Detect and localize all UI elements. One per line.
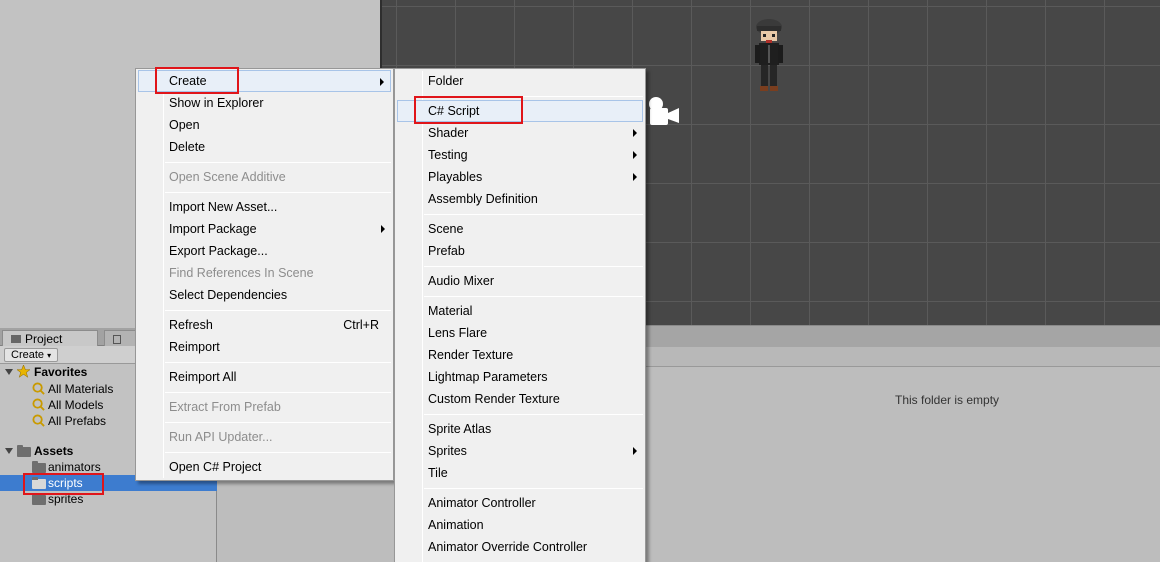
menu-item-material[interactable]: Material [397, 300, 643, 322]
console-tab-icon [113, 335, 121, 344]
menu-item-animator-override-controller[interactable]: Animator Override Controller [397, 536, 643, 558]
annotation-highlight-csharp-script [414, 96, 523, 124]
menu-item-shader[interactable]: Shader [397, 122, 643, 144]
menu-item-assembly-definition[interactable]: Assembly Definition [397, 188, 643, 210]
menu-item-playables[interactable]: Playables [397, 166, 643, 188]
expand-arrow-icon[interactable] [5, 448, 13, 454]
menu-item-export-package[interactable]: Export Package... [138, 240, 391, 262]
menu-item-tile[interactable]: Tile [397, 462, 643, 484]
shortcut-label: Ctrl+R [343, 318, 379, 332]
menu-item-lens-flare[interactable]: Lens Flare [397, 322, 643, 344]
submenu-arrow-icon [633, 129, 637, 137]
content-toolbar [645, 347, 1160, 367]
camera-gizmo-icon[interactable] [647, 95, 683, 131]
menu-item-select-dependencies[interactable]: Select Dependencies [138, 284, 391, 306]
menu-item-open-scene-additive: Open Scene Additive [169, 170, 286, 184]
menu-separator [165, 162, 391, 163]
menu-separator [424, 214, 643, 215]
menu-item-run-api-updater: Run API Updater... [169, 430, 273, 444]
menu-item-delete[interactable]: Delete [138, 136, 391, 158]
favorites-label: Favorites [34, 365, 88, 379]
menu-item-import-new-asset[interactable]: Import New Asset... [138, 196, 391, 218]
menu-item-show-in-explorer[interactable]: Show in Explorer [138, 92, 391, 114]
menu-item-animator-controller[interactable]: Animator Controller [397, 492, 643, 514]
search-icon [32, 382, 45, 395]
create-dropdown-button[interactable]: Create ▾ [4, 348, 59, 362]
annotation-highlight-create [155, 67, 239, 94]
dropdown-caret-icon: ▾ [47, 351, 52, 360]
menu-separator [165, 452, 391, 453]
menu-item-animation[interactable]: Animation [397, 514, 643, 536]
menu-item-custom-render-texture[interactable]: Custom Render Texture [397, 388, 643, 410]
menu-item-prefab[interactable]: Prefab [397, 240, 643, 262]
search-icon [32, 398, 45, 411]
menu-separator [165, 422, 391, 423]
menu-item-open-c-project[interactable]: Open C# Project [138, 456, 391, 478]
empty-folder-label: This folder is empty [895, 393, 1000, 407]
menu-separator [424, 414, 643, 415]
menu-item-render-texture[interactable]: Render Texture [397, 344, 643, 366]
folder-icon [32, 493, 46, 505]
search-icon [32, 414, 45, 427]
menu-item-folder[interactable]: Folder [397, 70, 643, 92]
menu-item-testing[interactable]: Testing [397, 144, 643, 166]
menu-item-open[interactable]: Open [138, 114, 391, 136]
menu-item-lightmap-parameters[interactable]: Lightmap Parameters [397, 366, 643, 388]
menu-item-scene[interactable]: Scene [397, 218, 643, 240]
menu-item-audio-mixer[interactable]: Audio Mixer [397, 270, 643, 292]
menu-item-reimport-all[interactable]: Reimport All [138, 366, 391, 388]
menu-separator [165, 392, 391, 393]
menu-separator [424, 266, 643, 267]
expand-arrow-icon[interactable] [5, 369, 13, 375]
submenu-arrow-icon [633, 173, 637, 181]
character-sprite[interactable] [752, 16, 788, 94]
menu-item-reimport[interactable]: Reimport [138, 336, 391, 358]
menu-separator [424, 296, 643, 297]
submenu-arrow-icon [633, 447, 637, 455]
menu-separator [165, 362, 391, 363]
submenu-arrow-icon [380, 78, 384, 86]
context-menu: Create Show in Explorer Open Delete Open Sce… [135, 68, 394, 481]
submenu-arrow-icon [381, 225, 385, 233]
folder-tab-icon [11, 335, 21, 343]
tab-project[interactable]: Project [2, 330, 98, 346]
menu-separator [165, 192, 391, 193]
folder-icon [17, 445, 31, 457]
menu-separator [165, 310, 391, 311]
menu-separator [424, 488, 643, 489]
menu-item-sprites[interactable]: Sprites [397, 440, 643, 462]
menu-item-find-references-in-scene: Find References In Scene [169, 266, 314, 280]
folder-icon [32, 461, 46, 473]
annotation-highlight-scripts-folder [23, 473, 104, 495]
menu-item-import-package[interactable]: Import Package [138, 218, 391, 240]
create-submenu: Folder C# Script Shader Testing Playables Ass… [394, 68, 646, 562]
star-icon [17, 365, 30, 378]
menu-item-refresh[interactable]: Refresh Ctrl+R [138, 314, 391, 336]
assets-label: Assets [34, 444, 74, 458]
menu-item-extract-from-prefab: Extract From Prefab [169, 400, 281, 414]
submenu-arrow-icon [633, 151, 637, 159]
menu-item-sprite-atlas[interactable]: Sprite Atlas [397, 418, 643, 440]
